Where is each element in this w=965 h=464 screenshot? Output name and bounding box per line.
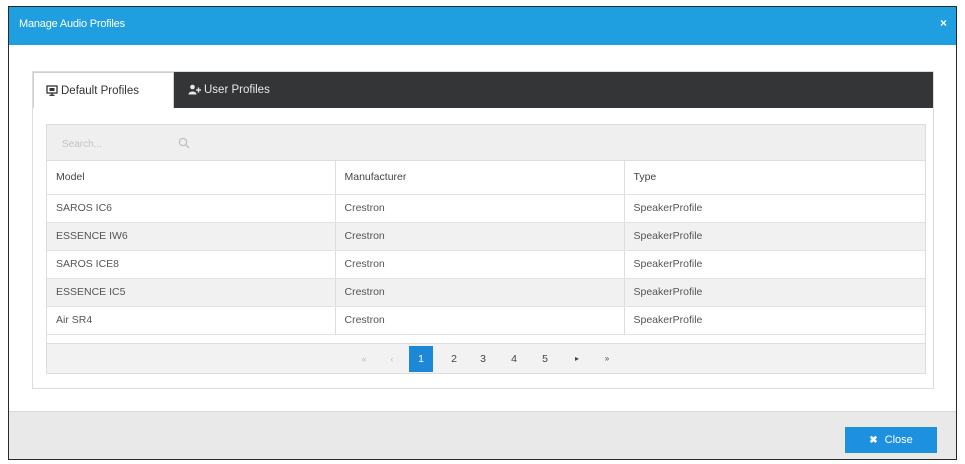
pagination-last-button[interactable]: »	[596, 348, 618, 370]
pagination-page-3[interactable]: 3	[472, 348, 494, 370]
table-row[interactable]: SAROS ICE8 Crestron SpeakerProfile	[47, 250, 925, 279]
dialog-title: Manage Audio Profiles	[19, 18, 125, 30]
pagination-first-button[interactable]: «	[353, 348, 375, 370]
table-row[interactable]: ESSENCE IC5 Crestron SpeakerProfile	[47, 278, 925, 307]
cell-model: ESSENCE IW6	[47, 222, 336, 251]
cell-model: SAROS ICE8	[47, 250, 336, 279]
profiles-panel: Default Profiles User Profiles Search...…	[32, 71, 934, 389]
pagination-page-4[interactable]: 4	[503, 348, 525, 370]
close-icon: ✖	[869, 434, 878, 446]
table-row[interactable]: SAROS IC6 Crestron SpeakerProfile	[47, 194, 925, 223]
profiles-table: Model Manufacturer Type SAROS IC6 Crestr…	[47, 161, 925, 335]
cell-type: SpeakerProfile	[624, 194, 925, 223]
column-header-model[interactable]: Model	[47, 161, 336, 195]
dialog-body: Default Profiles User Profiles Search...…	[9, 45, 956, 411]
tab-bar: Default Profiles User Profiles	[33, 72, 933, 108]
tab-user-profiles-label: User Profiles	[204, 84, 270, 96]
pagination-page-2[interactable]: 2	[443, 348, 465, 370]
dialog-titlebar: Manage Audio Profiles ×	[9, 7, 956, 45]
table-header-row: Model Manufacturer Type	[47, 161, 925, 195]
cell-manufacturer: Crestron	[335, 306, 625, 335]
column-header-manufacturer[interactable]: Manufacturer	[335, 161, 625, 195]
cell-manufacturer: Crestron	[335, 278, 625, 307]
cell-model: SAROS IC6	[47, 194, 336, 223]
cell-manufacturer: Crestron	[335, 222, 625, 251]
manage-audio-profiles-dialog: Manage Audio Profiles × Default Profiles	[8, 6, 957, 460]
close-button[interactable]: ✖ Close	[845, 427, 937, 453]
tab-default-profiles[interactable]: Default Profiles	[33, 72, 174, 108]
pagination-prev-button[interactable]: ‹	[381, 348, 403, 370]
tab-default-profiles-label: Default Profiles	[61, 85, 139, 97]
users-icon	[188, 84, 201, 95]
cell-model: ESSENCE IC5	[47, 278, 336, 307]
pagination-next-button[interactable]: ▸	[566, 348, 588, 370]
column-header-type[interactable]: Type	[624, 161, 925, 195]
cell-type: SpeakerProfile	[624, 250, 925, 279]
pagination: « ‹ 1 2 3 4 5 ▸ »	[47, 343, 925, 373]
pagination-page-1[interactable]: 1	[409, 346, 433, 372]
tab-user-profiles[interactable]: User Profiles	[176, 72, 282, 108]
cell-type: SpeakerProfile	[624, 306, 925, 335]
dialog-footer: ✖ Close	[9, 411, 956, 459]
pagination-page-5[interactable]: 5	[534, 348, 556, 370]
close-button-label: Close	[884, 434, 913, 446]
profiles-table-container: Model Manufacturer Type SAROS IC6 Crestr…	[46, 124, 926, 374]
table-row[interactable]: Air SR4 Crestron SpeakerProfile	[47, 306, 925, 335]
cell-type: SpeakerProfile	[624, 222, 925, 251]
cell-type: SpeakerProfile	[624, 278, 925, 307]
cell-model: Air SR4	[47, 306, 336, 335]
cell-manufacturer: Crestron	[335, 250, 625, 279]
table-row[interactable]: ESSENCE IW6 Crestron SpeakerProfile	[47, 222, 925, 251]
monitor-icon	[46, 85, 58, 96]
search-bar	[47, 125, 925, 161]
search-icon[interactable]	[178, 137, 190, 149]
dialog-close-icon[interactable]: ×	[940, 16, 947, 30]
cell-manufacturer: Crestron	[335, 194, 625, 223]
